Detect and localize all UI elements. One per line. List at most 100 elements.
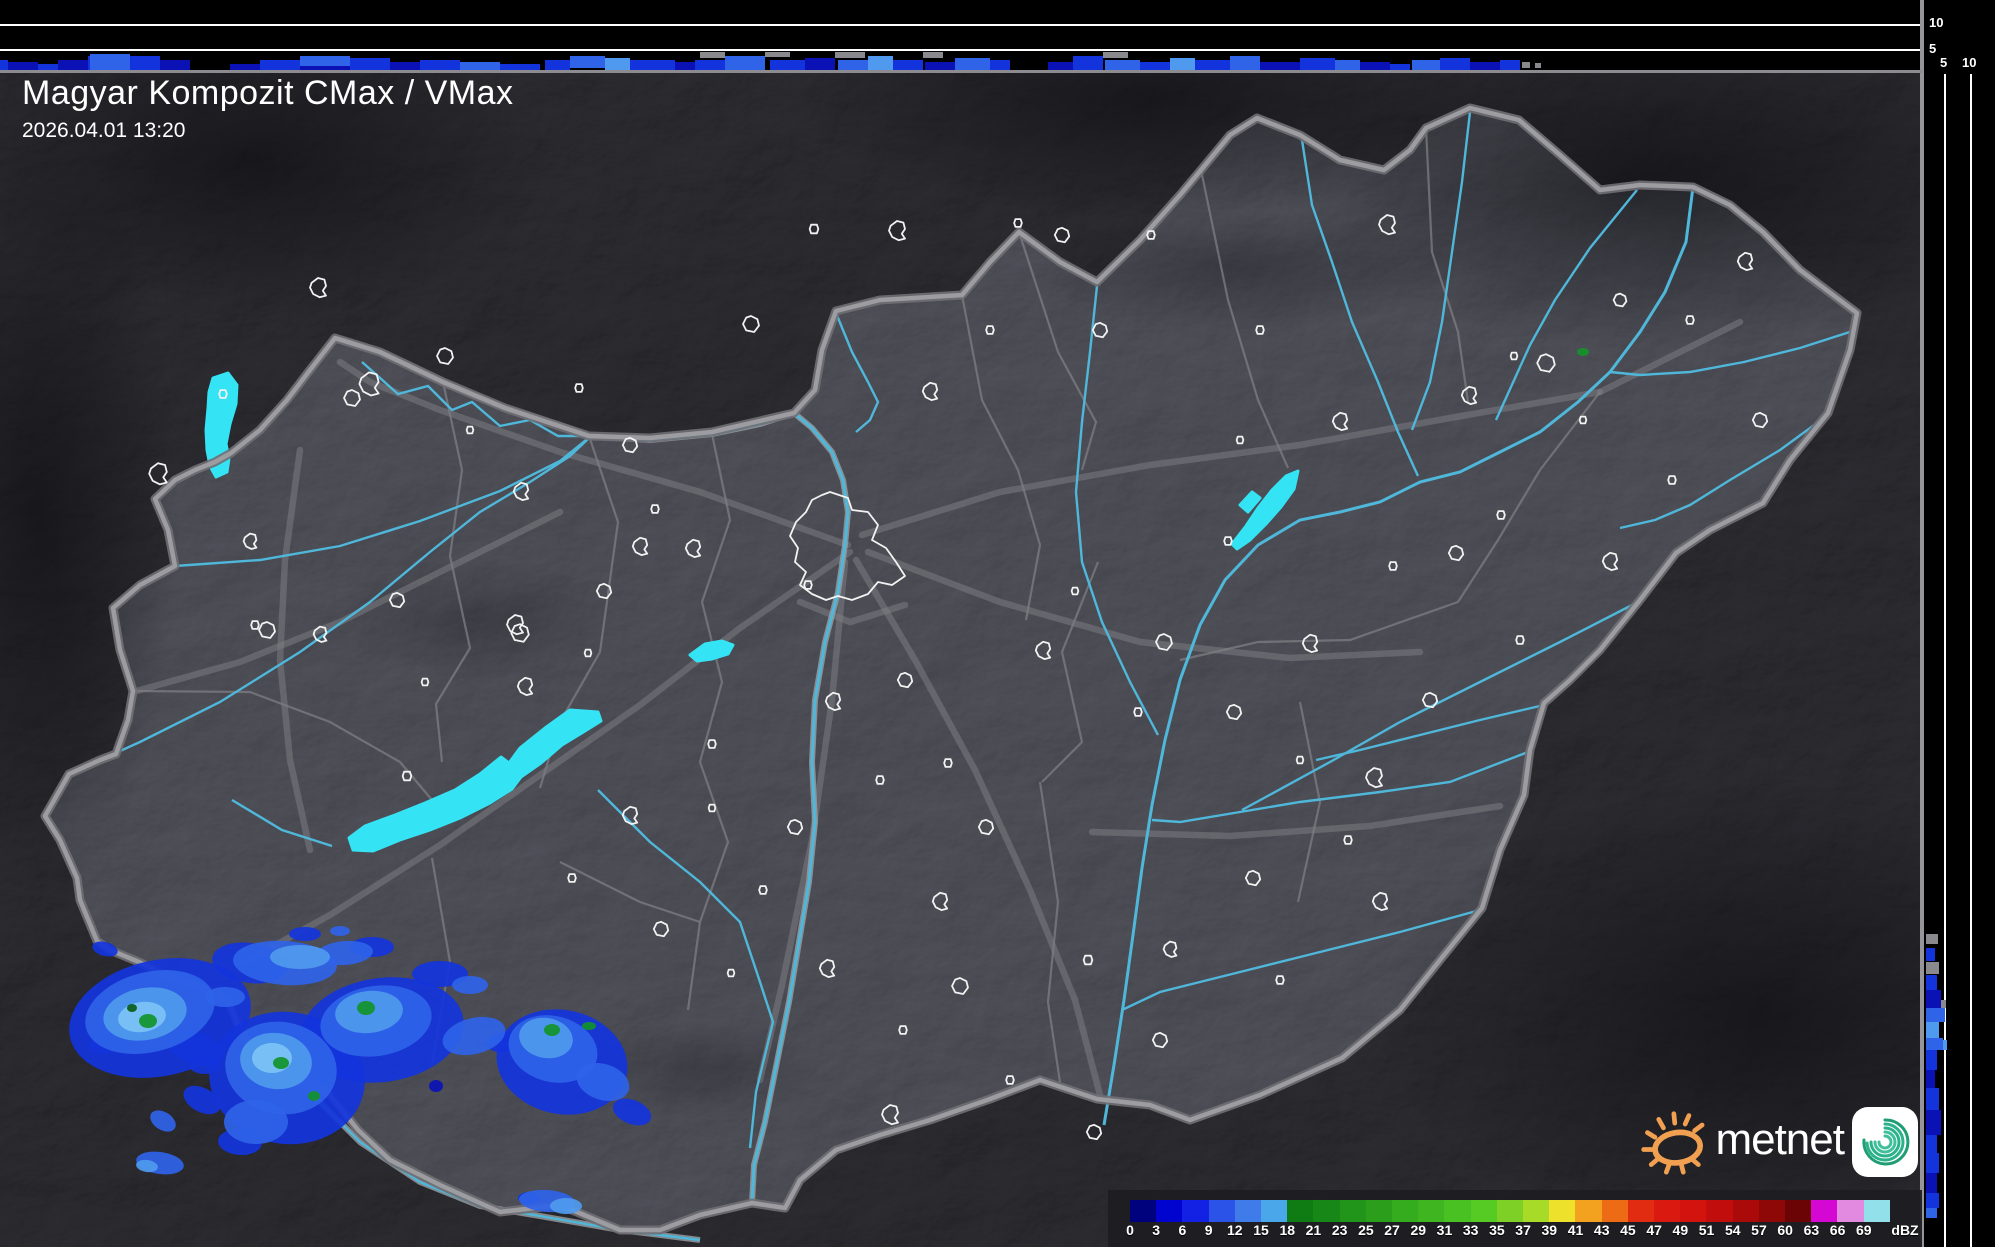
dbz-color-cell <box>1470 1200 1497 1222</box>
dbz-color-cell <box>1601 1200 1628 1222</box>
logo-brand-text: metnet <box>1715 1115 1845 1164</box>
profile-echo <box>1943 1040 1947 1050</box>
dbz-color-cell <box>1365 1200 1393 1222</box>
right-height-profile-panel: 10 5 5 10 <box>1924 0 1995 1247</box>
dbz-color-cell <box>1680 1200 1707 1222</box>
profile-echo <box>1926 1173 1937 1193</box>
profile-echo <box>1335 60 1360 70</box>
dbz-tick-label: 15 <box>1253 1222 1269 1238</box>
profile-echo <box>1926 1070 1935 1088</box>
dbz-tick-label: 69 <box>1855 1222 1872 1238</box>
hungary-radar-map <box>0 0 1995 1247</box>
profile-echo <box>1105 60 1140 70</box>
profile-echo <box>1926 1153 1939 1173</box>
profile-echo <box>350 58 390 70</box>
dbz-color-cell <box>1444 1200 1471 1222</box>
dbz-colorbar <box>1130 1200 1890 1222</box>
profile-echo <box>1140 62 1170 70</box>
profile-echo <box>1300 58 1335 70</box>
profile-echo <box>700 52 725 58</box>
dbz-color-cell <box>1523 1200 1550 1222</box>
profile-echo <box>1926 1193 1939 1208</box>
dbz-colorbar-labels: 0 3 6 9 12 15 18 21 23 25 27 29 31 33 35 37 39 41 43 45 47 49… <box>1126 1222 1922 1242</box>
top-axis-tick-10: 10 <box>1929 15 1944 30</box>
profile-echo <box>545 60 570 70</box>
profile-echo <box>1926 1022 1939 1038</box>
top-axis-tick-5: 5 <box>1929 41 1937 56</box>
profile-echo <box>990 60 1010 70</box>
dbz-tick-label: 51 <box>1698 1222 1715 1238</box>
echo-blob <box>127 1004 137 1012</box>
page-title: Magyar Kompozit CMax / VMax <box>22 74 514 112</box>
echo-blob <box>357 1001 375 1015</box>
dbz-color-cell <box>1732 1200 1759 1222</box>
echo-blob <box>544 1024 560 1036</box>
dbz-color-cell <box>1182 1200 1209 1222</box>
metnet-logo: metnet <box>1638 1100 1918 1184</box>
profile-echo <box>8 62 38 70</box>
dbz-tick-label: 37 <box>1515 1222 1531 1238</box>
profile-echo <box>1195 60 1230 70</box>
profile-echo <box>893 60 923 70</box>
dbz-color-cell <box>1287 1200 1314 1222</box>
dbz-color-cell <box>1758 1200 1786 1222</box>
profile-echo <box>1522 62 1530 68</box>
dbz-tick-label: 12 <box>1227 1222 1243 1238</box>
height-line-5km <box>0 49 1922 51</box>
profile-echo <box>1926 990 1941 1008</box>
profile-echo <box>923 52 943 58</box>
profile-echo <box>1926 1208 1937 1218</box>
dbz-color-cell <box>1785 1200 1812 1222</box>
profile-echo <box>605 58 630 70</box>
profile-echo <box>0 60 8 70</box>
dbz-tick-label: 33 <box>1462 1222 1479 1238</box>
profile-echo <box>1440 58 1470 70</box>
dbz-color-cell <box>1863 1200 1890 1222</box>
echo-blob <box>550 1198 582 1214</box>
profile-echo <box>838 60 868 70</box>
dbz-color-cell <box>1837 1200 1864 1222</box>
echo-blob <box>330 926 350 936</box>
dbz-tick-label: 54 <box>1724 1222 1741 1238</box>
timestamp: 2026.04.01 13:20 <box>22 119 186 142</box>
dbz-tick-label: 0 <box>1126 1222 1134 1238</box>
profile-echo <box>868 56 893 70</box>
panel-separator-vertical <box>1920 0 1924 1247</box>
profile-echo <box>805 58 835 70</box>
dbz-color-cell <box>1627 1200 1655 1222</box>
dbz-color-cell <box>1130 1200 1157 1222</box>
profile-echo <box>420 60 460 70</box>
profile-echo <box>1926 1110 1941 1135</box>
profile-echo <box>1535 63 1541 68</box>
dbz-color-cell <box>1811 1200 1838 1222</box>
dbz-tick-label: 49 <box>1672 1222 1689 1238</box>
profile-echo <box>1926 962 1939 974</box>
echo-blob <box>308 1091 320 1101</box>
right-axis-tick-5: 5 <box>1940 55 1948 70</box>
profile-echo <box>570 56 605 68</box>
dbz-color-cell <box>1392 1200 1419 1222</box>
profile-echo <box>1941 1000 1946 1008</box>
dbz-color-cell <box>1496 1200 1524 1222</box>
sun-icon <box>1641 1111 1705 1175</box>
profile-echo <box>725 56 765 70</box>
profile-echo <box>1360 62 1390 70</box>
radar-screenshot: 10 5 5 10 Magyar Kompozit CMax / VMax 20… <box>0 0 1995 1247</box>
panel-separator-horizontal <box>0 70 1922 73</box>
echo-blob <box>1577 348 1589 356</box>
profile-echo <box>675 62 695 70</box>
dbz-color-cell <box>1575 1200 1602 1222</box>
profile-echo <box>160 60 190 70</box>
height-line-10km-vertical <box>1970 74 1972 1247</box>
dbz-color-cell <box>1313 1200 1340 1222</box>
profile-echo <box>765 52 790 57</box>
profile-echo <box>1230 56 1260 70</box>
dbz-tick-label: 43 <box>1593 1222 1610 1238</box>
dbz-tick-label: 41 <box>1567 1222 1584 1238</box>
dbz-color-cell <box>1261 1200 1288 1222</box>
echo-blob <box>429 1080 443 1092</box>
profile-echo <box>1500 60 1520 70</box>
profile-echo <box>955 58 990 70</box>
dbz-color-cell <box>1549 1200 1576 1222</box>
profile-echo <box>1926 934 1938 944</box>
